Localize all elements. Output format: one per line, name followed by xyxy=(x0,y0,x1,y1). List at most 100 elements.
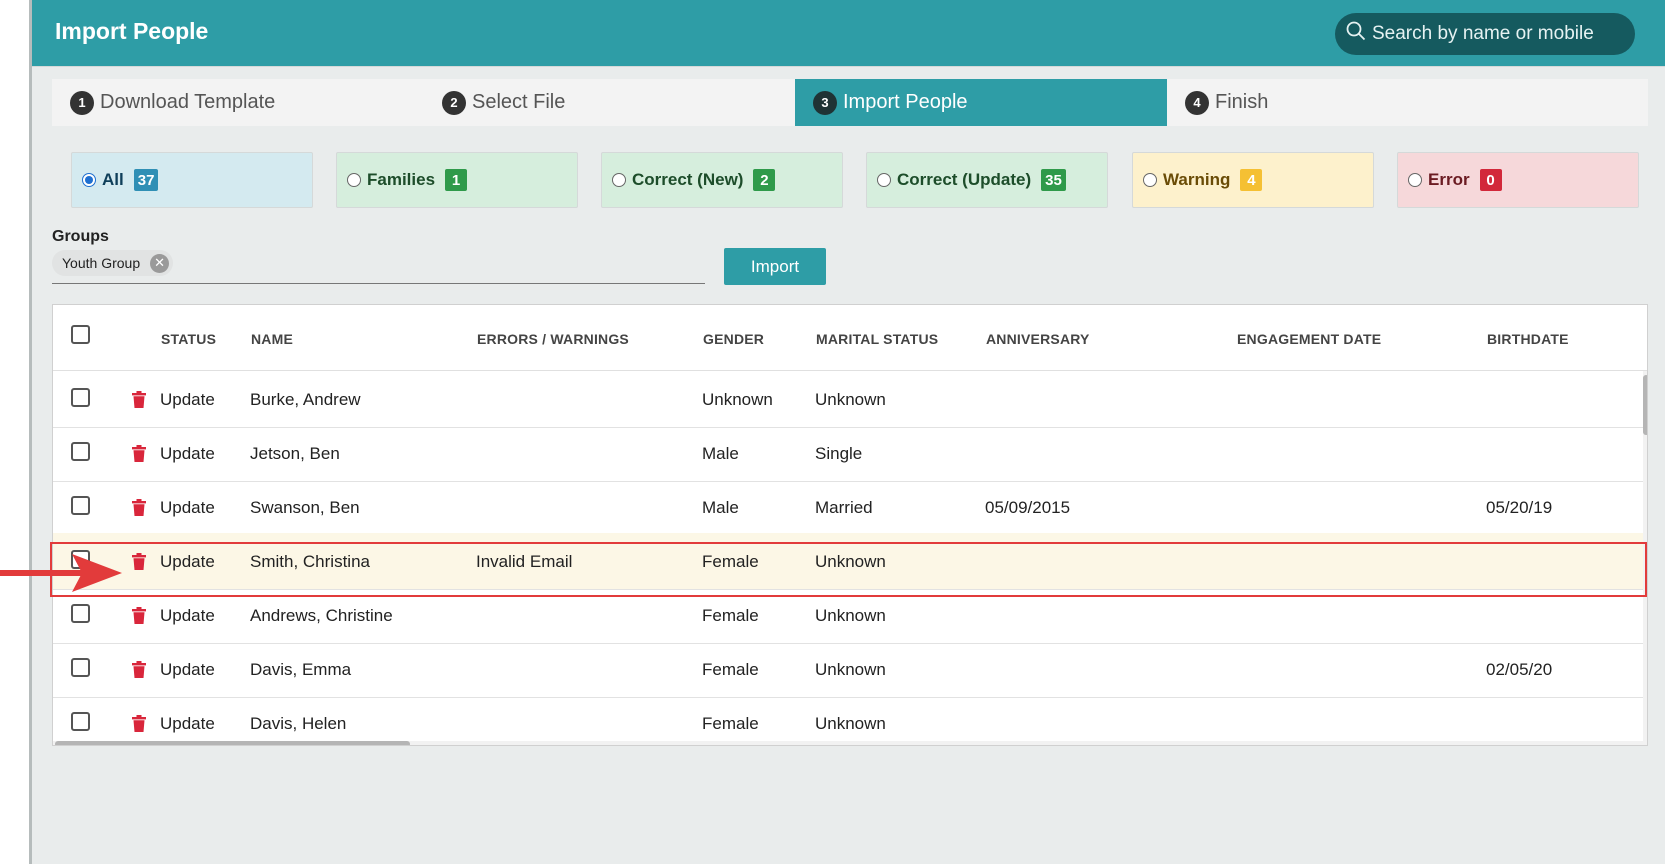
cell-name: Swanson, Ben xyxy=(250,498,360,517)
column-header-marital-status[interactable]: MARITAL STATUS xyxy=(816,331,938,347)
count-badge: 35 xyxy=(1041,169,1066,191)
cell-status: Update xyxy=(160,714,215,733)
row-checkbox[interactable] xyxy=(71,388,90,407)
column-header-engagement-date[interactable]: ENGAGEMENT DATE xyxy=(1237,331,1381,347)
step-download-template[interactable]: 1 Download Template xyxy=(52,79,424,126)
remove-chip-icon[interactable]: ✕ xyxy=(150,253,170,273)
cell-status: Update xyxy=(160,552,215,571)
column-header-anniversary[interactable]: ANNIVERSARY xyxy=(986,331,1090,347)
cell-status: Update xyxy=(160,498,215,517)
filter-families[interactable]: Families 1 xyxy=(336,152,578,208)
table-row[interactable]: Update Andrews, Christine Female Unknown xyxy=(53,587,1647,644)
chip-label: Youth Group xyxy=(62,255,141,271)
filter-label: Families xyxy=(367,170,436,189)
cell-marital-status: Unknown xyxy=(815,714,886,733)
row-checkbox[interactable] xyxy=(71,496,90,515)
filter-error[interactable]: Error 0 xyxy=(1397,152,1639,208)
trash-icon[interactable] xyxy=(132,445,146,467)
groups-select[interactable]: Youth Group ✕ xyxy=(52,248,705,284)
step-number: 3 xyxy=(813,90,837,115)
groups-label: Groups xyxy=(52,228,109,245)
cell-birthdate: 05/20/19 xyxy=(1486,498,1553,517)
trash-icon[interactable] xyxy=(132,553,146,575)
cell-status: Update xyxy=(160,444,215,463)
cell-name: Jetson, Ben xyxy=(250,444,340,463)
cell-marital-status: Unknown xyxy=(815,606,886,625)
table-row[interactable]: Update Swanson, Ben Male Married 05/09/2015 0… xyxy=(53,479,1647,536)
cell-gender: Male xyxy=(702,444,739,463)
search-input[interactable]: Search by name or mobile xyxy=(1335,13,1635,55)
table-row[interactable]: Update Davis, Helen Female Unknown xyxy=(53,695,1647,745)
filter-correct-update[interactable]: Correct (Update) 35 xyxy=(866,152,1108,208)
radio-button[interactable] xyxy=(1143,173,1157,187)
cell-name: Davis, Helen xyxy=(250,714,347,733)
scroll-thumb[interactable] xyxy=(55,741,410,745)
step-select-file[interactable]: 2 Select File xyxy=(424,79,795,126)
step-number: 2 xyxy=(442,90,466,115)
column-header-status[interactable]: STATUS xyxy=(161,331,216,347)
horizontal-scrollbar[interactable] xyxy=(53,741,1647,745)
cell-gender: Male xyxy=(702,498,739,517)
column-header-gender[interactable]: GENDER xyxy=(703,331,764,347)
cell-marital-status: Married xyxy=(815,498,873,517)
step-finish[interactable]: 4 Finish xyxy=(1167,79,1648,126)
radio-button[interactable] xyxy=(347,173,361,187)
row-checkbox[interactable] xyxy=(71,604,90,623)
column-header-name[interactable]: NAME xyxy=(251,331,293,347)
row-checkbox[interactable] xyxy=(71,442,90,461)
people-table: STATUS NAME ERRORS / WARNINGS GENDER MAR… xyxy=(52,304,1648,746)
column-header-birthdate[interactable]: BIRTHDATE xyxy=(1487,331,1569,347)
radio-button[interactable] xyxy=(877,173,891,187)
step-label: Finish xyxy=(1215,91,1269,113)
vertical-scrollbar[interactable] xyxy=(1643,371,1647,745)
step-number: 1 xyxy=(70,90,94,115)
table-header: STATUS NAME ERRORS / WARNINGS GENDER MAR… xyxy=(53,305,1647,371)
trash-icon[interactable] xyxy=(132,391,146,413)
cell-gender: Female xyxy=(702,660,759,679)
scroll-thumb[interactable] xyxy=(1643,375,1647,435)
radio-button[interactable] xyxy=(612,173,626,187)
wizard-steps: 1 Download Template 2 Select File 3 Impo… xyxy=(52,79,1648,126)
cell-name: Andrews, Christine xyxy=(250,606,393,625)
cell-gender: Female xyxy=(702,552,759,571)
cell-status: Update xyxy=(160,606,215,625)
table-row[interactable]: Update Jetson, Ben Male Single xyxy=(53,425,1647,482)
select-all-checkbox[interactable] xyxy=(71,325,90,344)
trash-icon[interactable] xyxy=(132,607,146,629)
cell-name: Davis, Emma xyxy=(250,660,352,679)
filter-correct-new[interactable]: Correct (New) 2 xyxy=(601,152,843,208)
filter-all[interactable]: All 37 xyxy=(71,152,313,208)
cell-errors: Invalid Email xyxy=(476,552,573,571)
import-button[interactable]: Import xyxy=(724,248,826,285)
count-badge: 4 xyxy=(1240,169,1263,191)
step-import-people[interactable]: 3 Import People xyxy=(795,79,1167,126)
row-checkbox[interactable] xyxy=(71,712,90,731)
filter-label: Warning xyxy=(1163,170,1231,189)
cell-status: Update xyxy=(160,660,215,679)
cell-gender: Female xyxy=(702,714,759,733)
trash-icon[interactable] xyxy=(132,499,146,521)
left-margin xyxy=(0,0,29,864)
arrow-annotation-icon xyxy=(0,554,122,592)
trash-icon[interactable] xyxy=(132,715,146,737)
trash-icon[interactable] xyxy=(132,661,146,683)
filter-label: Correct (Update) xyxy=(897,170,1032,189)
cell-name: Burke, Andrew xyxy=(250,390,361,409)
cell-marital-status: Unknown xyxy=(815,660,886,679)
cell-marital-status: Unknown xyxy=(815,390,886,409)
app: Import People Search by name or mobile 1… xyxy=(29,0,1665,864)
filter-warning[interactable]: Warning 4 xyxy=(1132,152,1374,208)
row-checkbox[interactable] xyxy=(71,658,90,677)
radio-button[interactable] xyxy=(82,173,96,187)
table-row[interactable]: Update Burke, Andrew Unknown Unknown xyxy=(53,371,1647,428)
group-chip: Youth Group ✕ xyxy=(52,250,174,276)
count-badge: 2 xyxy=(753,169,776,191)
app-header: Import People Search by name or mobile xyxy=(32,0,1665,67)
filter-label: All xyxy=(102,170,124,189)
page-title: Import People xyxy=(55,18,209,44)
radio-button[interactable] xyxy=(1408,173,1422,187)
column-header-errors[interactable]: ERRORS / WARNINGS xyxy=(477,331,629,347)
table-row[interactable]: Update Smith, Christina Invalid Email Femal… xyxy=(53,533,1647,590)
count-badge: 37 xyxy=(133,169,159,191)
table-row[interactable]: Update Davis, Emma Female Unknown 02/05/20 xyxy=(53,641,1647,698)
